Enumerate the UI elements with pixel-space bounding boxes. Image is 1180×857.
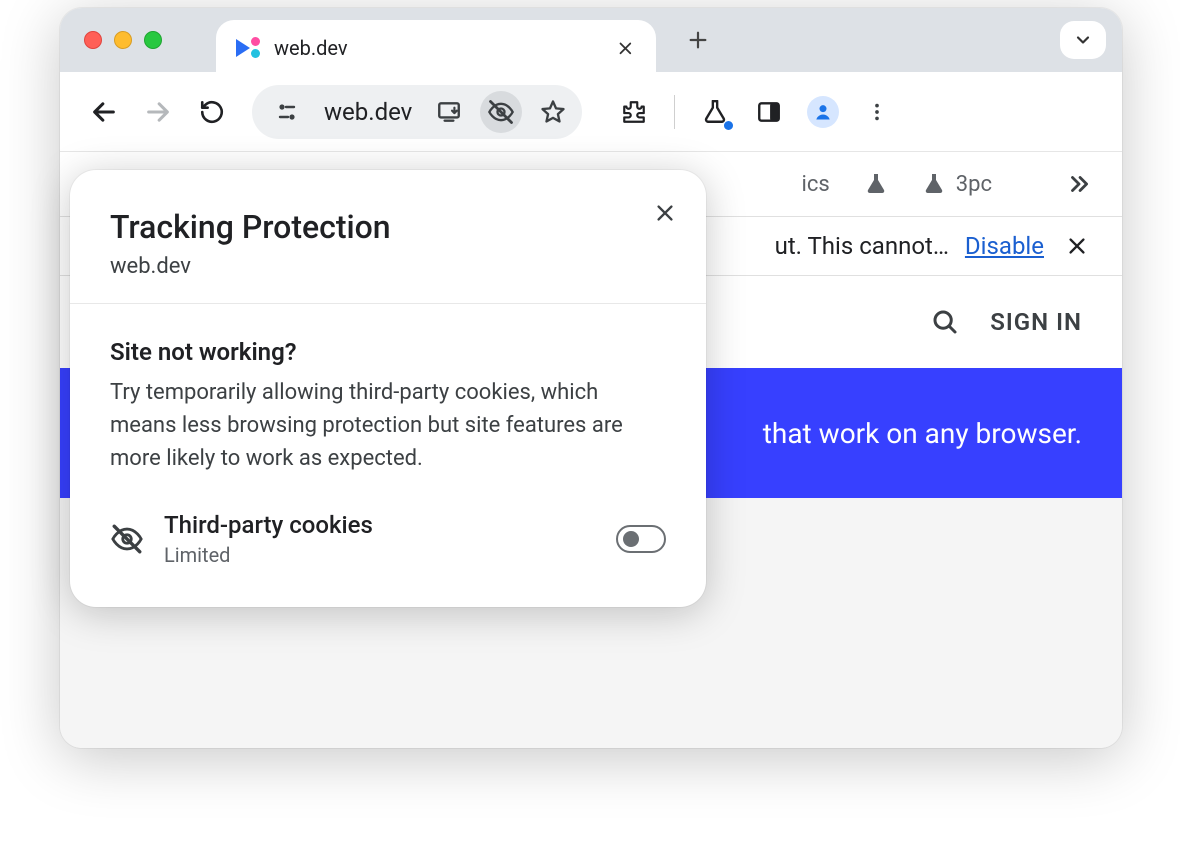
tracking-protection-popover: Tracking Protection web.dev Site not wor…	[70, 170, 706, 607]
tab-title: web.dev	[274, 36, 348, 60]
person-icon	[813, 102, 833, 122]
eye-off-icon	[487, 98, 515, 126]
tab-favicon	[236, 35, 262, 61]
bookmark-label: 3pc	[956, 172, 992, 197]
popover-body: Site not working? Try temporarily allowi…	[70, 304, 706, 607]
back-button[interactable]	[82, 90, 126, 134]
plus-icon	[687, 29, 709, 51]
infobar-text: ut. This cannot…	[775, 232, 949, 260]
cookies-row-status: Limited	[164, 543, 596, 567]
third-party-cookies-toggle[interactable]	[616, 525, 666, 553]
profile-button[interactable]	[801, 90, 845, 134]
address-text: web.dev	[318, 98, 418, 126]
tab-strip: web.dev	[60, 8, 1122, 72]
tracking-protection-button[interactable]	[480, 91, 522, 133]
window-zoom-button[interactable]	[144, 31, 162, 49]
sign-in-button[interactable]: SIGN IN	[990, 308, 1082, 336]
bookmark-item[interactable]: 3pc	[922, 172, 992, 197]
popover-question: Site not working?	[110, 338, 666, 366]
infobar-disable-link[interactable]: Disable	[965, 232, 1044, 260]
popover-header: Tracking Protection web.dev	[70, 170, 706, 304]
chevron-down-icon	[1073, 30, 1093, 50]
site-search-button[interactable]	[930, 307, 960, 337]
bookmark-item[interactable]: ics	[802, 172, 830, 197]
chevrons-right-icon	[1066, 171, 1092, 197]
kebab-icon	[866, 101, 888, 123]
cookies-row-title: Third-party cookies	[164, 511, 596, 539]
side-panel-button[interactable]	[747, 90, 791, 134]
toolbar-divider	[674, 95, 675, 129]
flask-icon	[702, 99, 728, 125]
star-icon	[539, 98, 567, 126]
site-settings-button[interactable]	[266, 91, 308, 133]
extensions-button[interactable]	[612, 90, 656, 134]
close-icon	[654, 202, 676, 224]
labs-badge-dot	[724, 121, 733, 130]
close-icon	[616, 39, 634, 57]
toggle-knob	[623, 531, 639, 547]
search-icon	[930, 307, 960, 337]
forward-button[interactable]	[136, 90, 180, 134]
eye-off-icon	[110, 522, 144, 556]
bookmark-item[interactable]	[864, 172, 888, 196]
active-tab[interactable]: web.dev	[216, 20, 656, 76]
chrome-menu-button[interactable]	[855, 90, 899, 134]
tabs-menu-button[interactable]	[1060, 21, 1106, 59]
bookmarks-overflow-button[interactable]	[1066, 171, 1092, 197]
popover-title: Tracking Protection	[110, 208, 666, 246]
flask-icon	[922, 172, 946, 196]
window-minimize-button[interactable]	[114, 31, 132, 49]
toolbar: web.dev	[60, 72, 1122, 152]
labs-button[interactable]	[693, 90, 737, 134]
side-panel-icon	[756, 99, 782, 125]
bookmark-label: ics	[802, 172, 830, 197]
arrow-left-icon	[90, 98, 118, 126]
popover-site: web.dev	[110, 254, 666, 279]
window-close-button[interactable]	[84, 31, 102, 49]
install-icon	[436, 99, 462, 125]
install-pwa-button[interactable]	[428, 91, 470, 133]
new-tab-button[interactable]	[680, 22, 716, 58]
third-party-cookies-row: Third-party cookies Limited	[110, 511, 666, 567]
flask-icon	[864, 172, 888, 196]
puzzle-icon	[621, 99, 647, 125]
bookmark-star-button[interactable]	[532, 91, 574, 133]
window-controls	[84, 31, 162, 49]
tab-close-button[interactable]	[612, 35, 638, 61]
avatar	[807, 96, 839, 128]
hero-text: that work on any browser.	[763, 417, 1082, 450]
reload-icon	[199, 99, 225, 125]
infobar-close-button[interactable]	[1060, 235, 1094, 257]
popover-close-button[interactable]	[654, 202, 676, 224]
address-bar[interactable]: web.dev	[252, 85, 582, 139]
close-icon	[1066, 235, 1088, 257]
tune-icon	[275, 100, 299, 124]
popover-description: Try temporarily allowing third-party coo…	[110, 376, 666, 475]
arrow-right-icon	[144, 98, 172, 126]
reload-button[interactable]	[190, 90, 234, 134]
